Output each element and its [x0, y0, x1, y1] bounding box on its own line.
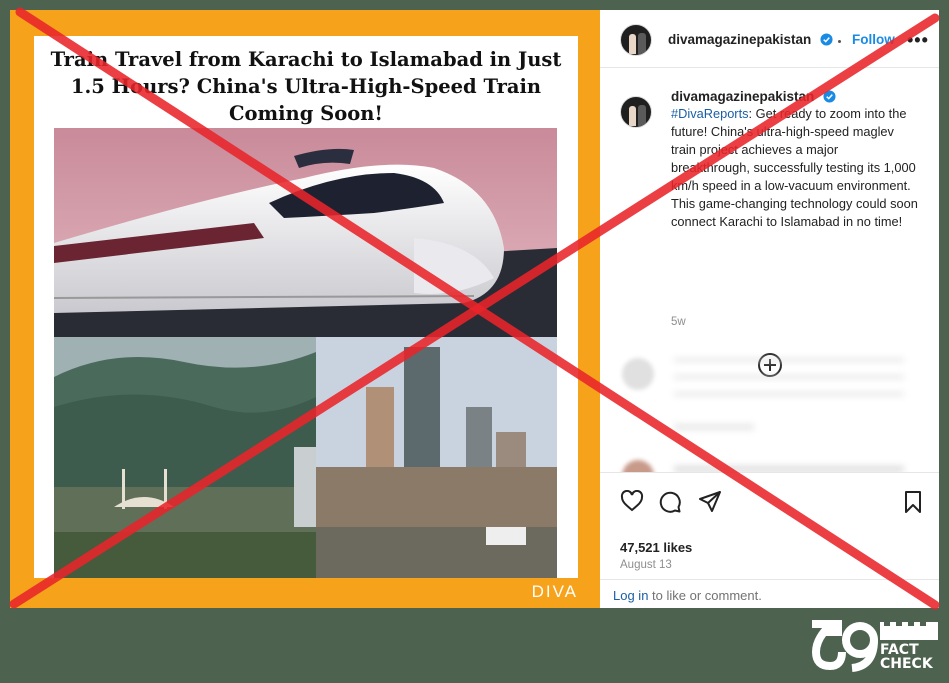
heart-icon[interactable] — [620, 490, 644, 512]
comment-avatar — [622, 358, 654, 390]
screenshot-frame: Train Travel from Karachi to Islamabad i… — [10, 10, 939, 608]
post-age: 5w — [671, 316, 686, 328]
caption-body: : Get ready to zoom into the future! Chi… — [671, 106, 918, 229]
login-link[interactable]: Log in — [613, 588, 648, 603]
login-prompt: Log in to like or comment. — [600, 579, 939, 608]
caption-username[interactable]: divamagazinepakistan — [671, 89, 814, 104]
blurred-comment-meta — [674, 424, 754, 430]
fact-check-logo: FACT CHECK — [808, 616, 940, 674]
verified-icon — [823, 90, 836, 103]
verified-icon — [820, 33, 833, 46]
media-headline: Train Travel from Karachi to Islamabad i… — [50, 48, 562, 125]
bookmark-icon[interactable] — [903, 490, 923, 514]
post-media: Train Travel from Karachi to Islamabad i… — [10, 10, 600, 608]
follow-button[interactable]: Follow — [852, 32, 895, 47]
blurred-comment — [674, 358, 904, 408]
logo-fact-text: FACT — [880, 642, 919, 658]
karachi-photo — [316, 337, 557, 578]
media-watermark: DIVA — [531, 582, 578, 601]
username[interactable]: divamagazinepakistan — [668, 32, 811, 47]
logo-check-text: CHECK — [880, 656, 933, 672]
more-icon[interactable]: ••• — [907, 30, 929, 51]
login-prompt-text: to like or comment. — [648, 588, 762, 603]
post-panel: divamagazinepakistan Follow ••• divamaga… — [600, 10, 939, 608]
post-date: August 13 — [620, 559, 672, 571]
avatar[interactable] — [620, 24, 652, 56]
media-card: Train Travel from Karachi to Islamabad i… — [34, 36, 578, 578]
likes-count[interactable]: 47,521 likes — [620, 540, 692, 555]
caption-hashtag[interactable]: #DivaReports — [671, 106, 749, 121]
share-icon[interactable] — [698, 490, 722, 514]
islamabad-photo — [54, 337, 316, 578]
post-actions: 47,521 likes August 13 Log in to like or… — [600, 472, 939, 608]
comment-icon[interactable] — [658, 490, 682, 514]
post-header: divamagazinepakistan Follow ••• — [600, 10, 939, 68]
caption-avatar[interactable] — [620, 96, 652, 128]
caption-text: #DivaReports: Get ready to zoom into the… — [671, 105, 919, 231]
train-photo — [54, 128, 557, 337]
separator-dot — [838, 40, 841, 43]
